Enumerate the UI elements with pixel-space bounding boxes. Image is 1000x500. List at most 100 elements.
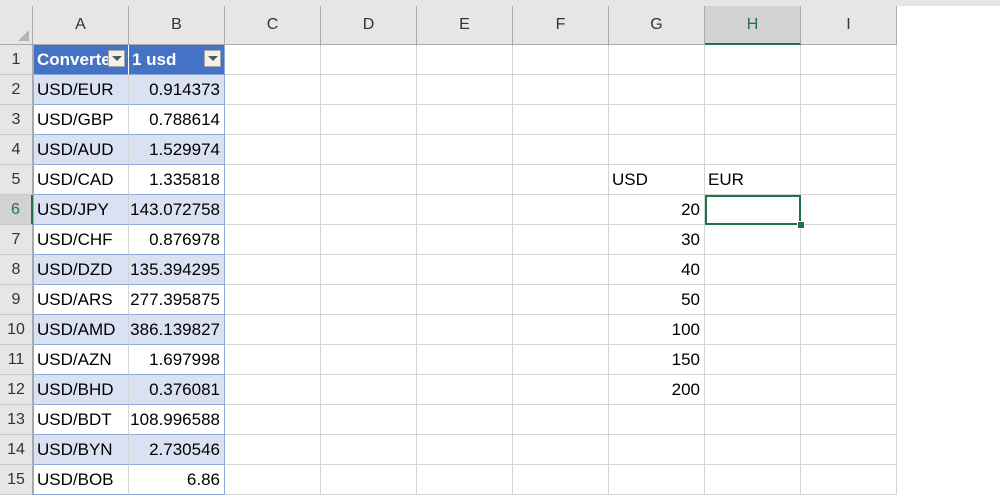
column-header-b[interactable]: B [129, 6, 225, 45]
row-header-14[interactable]: 14 [0, 435, 33, 465]
table-header-rate[interactable]: 1 usd [129, 45, 225, 75]
cell-e9[interactable] [417, 285, 513, 315]
table-cell-rate[interactable]: 143.072758 [129, 195, 225, 225]
usd-amount-cell[interactable]: 20 [609, 195, 705, 225]
usd-amount-cell[interactable]: 40 [609, 255, 705, 285]
select-all-corner[interactable] [0, 6, 33, 45]
cell-h12[interactable] [705, 375, 801, 405]
cell-d3[interactable] [321, 105, 417, 135]
cell-e13[interactable] [417, 405, 513, 435]
cell-h15[interactable] [705, 465, 801, 495]
row-header-3[interactable]: 3 [0, 105, 33, 135]
cell-e2[interactable] [417, 75, 513, 105]
table-cell-rate[interactable]: 386.139827 [129, 315, 225, 345]
row-header-2[interactable]: 2 [0, 75, 33, 105]
cell-e11[interactable] [417, 345, 513, 375]
column-header-d[interactable]: D [321, 6, 417, 45]
cell-c15[interactable] [225, 465, 321, 495]
cell-i2[interactable] [801, 75, 897, 105]
cell-g2[interactable] [609, 75, 705, 105]
cell-d10[interactable] [321, 315, 417, 345]
filter-dropdown-icon[interactable] [108, 50, 125, 67]
table-cell-rate[interactable]: 1.697998 [129, 345, 225, 375]
table-cell-rate[interactable]: 277.395875 [129, 285, 225, 315]
cell-c7[interactable] [225, 225, 321, 255]
table-cell-pair[interactable]: USD/AUD [33, 135, 129, 165]
cell-h8[interactable] [705, 255, 801, 285]
cell-f10[interactable] [513, 315, 609, 345]
cell-e15[interactable] [417, 465, 513, 495]
cell-g13[interactable] [609, 405, 705, 435]
label-usd-cell[interactable]: USD [609, 165, 705, 195]
column-header-f[interactable]: F [513, 6, 609, 45]
cell-i10[interactable] [801, 315, 897, 345]
cell-e6[interactable] [417, 195, 513, 225]
cell-h13[interactable] [705, 405, 801, 435]
cell-f7[interactable] [513, 225, 609, 255]
cell-f6[interactable] [513, 195, 609, 225]
cell-i12[interactable] [801, 375, 897, 405]
table-cell-rate[interactable]: 6.86 [129, 465, 225, 495]
cell-d1[interactable] [321, 45, 417, 75]
cell-c6[interactable] [225, 195, 321, 225]
cell-h3[interactable] [705, 105, 801, 135]
cell-g14[interactable] [609, 435, 705, 465]
table-cell-rate[interactable]: 0.914373 [129, 75, 225, 105]
table-cell-pair[interactable]: USD/BDT [33, 405, 129, 435]
usd-amount-cell[interactable]: 100 [609, 315, 705, 345]
table-cell-pair[interactable]: USD/BOB [33, 465, 129, 495]
cell-c13[interactable] [225, 405, 321, 435]
cell-d11[interactable] [321, 345, 417, 375]
table-cell-pair[interactable]: USD/CAD [33, 165, 129, 195]
cell-e5[interactable] [417, 165, 513, 195]
table-cell-pair[interactable]: USD/ARS [33, 285, 129, 315]
cell-e7[interactable] [417, 225, 513, 255]
cell-d5[interactable] [321, 165, 417, 195]
cell-i5[interactable] [801, 165, 897, 195]
usd-amount-cell[interactable]: 30 [609, 225, 705, 255]
cell-d9[interactable] [321, 285, 417, 315]
cell-c12[interactable] [225, 375, 321, 405]
table-cell-pair[interactable]: USD/AMD [33, 315, 129, 345]
table-cell-rate[interactable]: 108.996588 [129, 405, 225, 435]
cell-i4[interactable] [801, 135, 897, 165]
cell-i1[interactable] [801, 45, 897, 75]
cell-i14[interactable] [801, 435, 897, 465]
cell-e4[interactable] [417, 135, 513, 165]
table-cell-pair[interactable]: USD/GBP [33, 105, 129, 135]
cell-i11[interactable] [801, 345, 897, 375]
filter-dropdown-icon[interactable] [204, 50, 221, 67]
cell-i3[interactable] [801, 105, 897, 135]
cell-e1[interactable] [417, 45, 513, 75]
cell-d14[interactable] [321, 435, 417, 465]
table-header-converter[interactable]: Converter [33, 45, 129, 75]
cell-i7[interactable] [801, 225, 897, 255]
column-header-g[interactable]: G [609, 6, 705, 45]
cell-f9[interactable] [513, 285, 609, 315]
table-cell-rate[interactable]: 0.876978 [129, 225, 225, 255]
cell-f2[interactable] [513, 75, 609, 105]
cell-f1[interactable] [513, 45, 609, 75]
table-cell-pair[interactable]: USD/JPY [33, 195, 129, 225]
row-header-7[interactable]: 7 [0, 225, 33, 255]
cell-f12[interactable] [513, 375, 609, 405]
cell-i9[interactable] [801, 285, 897, 315]
cell-e3[interactable] [417, 105, 513, 135]
cell-f14[interactable] [513, 435, 609, 465]
cell-d6[interactable] [321, 195, 417, 225]
column-header-c[interactable]: C [225, 6, 321, 45]
table-cell-rate[interactable]: 0.788614 [129, 105, 225, 135]
table-cell-pair[interactable]: USD/EUR [33, 75, 129, 105]
table-cell-rate[interactable]: 0.376081 [129, 375, 225, 405]
cell-e12[interactable] [417, 375, 513, 405]
table-cell-rate[interactable]: 2.730546 [129, 435, 225, 465]
cell-h1[interactable] [705, 45, 801, 75]
cell-h7[interactable] [705, 225, 801, 255]
table-cell-rate[interactable]: 1.529974 [129, 135, 225, 165]
column-header-e[interactable]: E [417, 6, 513, 45]
cell-c10[interactable] [225, 315, 321, 345]
cell-c5[interactable] [225, 165, 321, 195]
row-header-4[interactable]: 4 [0, 135, 33, 165]
row-header-6[interactable]: 6 [0, 195, 33, 225]
usd-amount-cell[interactable]: 150 [609, 345, 705, 375]
